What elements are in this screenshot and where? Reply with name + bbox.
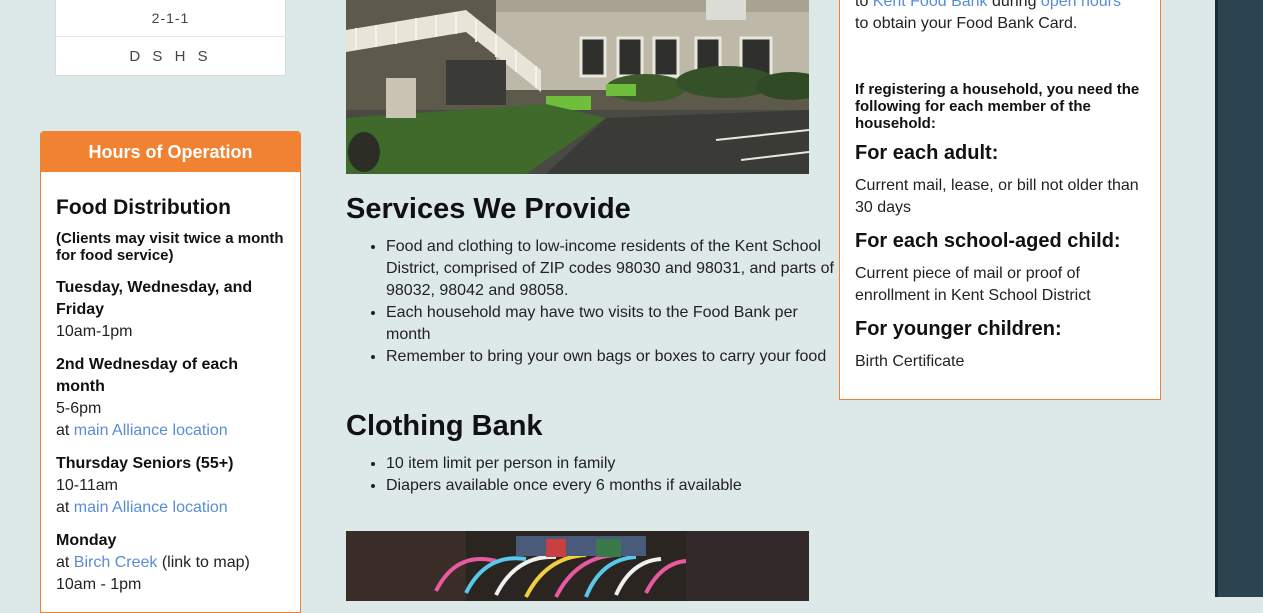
main-alliance-location-link[interactable]: main Alliance location: [74, 422, 228, 439]
slot-time: 5-6pm: [56, 400, 102, 417]
open-hours-link[interactable]: open hours: [1041, 0, 1121, 10]
list-item: Remember to bring your own bags or boxes…: [386, 346, 836, 368]
slot-title: Thursday Seniors (55+): [56, 455, 234, 472]
slot-title: 2nd Wednesday of each month: [56, 356, 238, 395]
clothing-list: 10 item limit per person in family Diape…: [346, 453, 836, 497]
clothing-rack-photo: [346, 531, 809, 601]
hours-of-operation-panel: Hours of Operation Food Distribution (Cl…: [40, 131, 301, 613]
intro-suffix: to obtain your Food Bank Card.: [855, 15, 1078, 32]
slot-time: 10-11am: [56, 477, 118, 494]
hours-slot: Tuesday, Wednesday, and Friday 10am-1pm: [56, 277, 285, 343]
link-dshs[interactable]: D S H S: [56, 36, 285, 75]
intro-mid: during: [987, 0, 1041, 10]
services-heading: Services We Provide: [346, 193, 631, 225]
list-item: Diapers available once every 6 months if…: [386, 475, 836, 497]
link-2-1-1[interactable]: 2-1-1: [56, 0, 285, 36]
kent-food-bank-link[interactable]: Kent Food Bank: [873, 0, 988, 10]
list-item: Each household may have two visits to th…: [386, 302, 836, 346]
main-alliance-location-link[interactable]: main Alliance location: [74, 499, 228, 516]
intro-prefix: to: [855, 0, 873, 10]
child-requirement-title: For each school-aged child:: [855, 230, 1121, 252]
slot-location: at Birch Creek (link to map): [56, 552, 285, 574]
building-photo: [346, 0, 809, 174]
slot-at: at: [56, 554, 74, 571]
slot-title: Tuesday, Wednesday, and Friday: [56, 279, 253, 318]
building-photo-illustration: [346, 0, 809, 174]
slot-title: Monday: [56, 532, 117, 549]
clothing-bank-heading: Clothing Bank: [346, 410, 543, 442]
hours-slot: 2nd Wednesday of each month 5-6pm at mai…: [56, 354, 285, 442]
registration-intro: to Kent Food Bank during open hours to ob…: [855, 0, 1150, 35]
hours-slot: Thursday Seniors (55+) 10-11am at main A…: [56, 453, 285, 519]
slot-time: 10am - 1pm: [56, 576, 142, 593]
slot-location: at main Alliance location: [56, 497, 285, 519]
adult-requirement-text: Current mail, lease, or bill not older t…: [855, 177, 1139, 216]
registration-panel: to Kent Food Bank during open hours to ob…: [839, 0, 1161, 400]
adult-requirement-title: For each adult:: [855, 142, 999, 164]
household-requirements-note: If registering a household, you need the…: [855, 81, 1140, 132]
slot-time: 10am-1pm: [56, 323, 133, 340]
resource-links-box: 2-1-1 D S H S: [55, 0, 286, 76]
services-list: Food and clothing to low-income resident…: [346, 236, 836, 368]
food-distribution-note: (Clients may visit twice a month for foo…: [56, 230, 284, 264]
food-distribution-title: Food Distribution: [56, 196, 231, 219]
child-requirement-text: Current piece of mail or proof of enroll…: [855, 265, 1091, 304]
map-note: (link to map): [157, 554, 250, 571]
hours-slot: Monday at Birch Creek (link to map) 10am…: [56, 530, 285, 596]
slot-at: at: [56, 499, 74, 516]
right-side-strip: [1215, 0, 1263, 597]
younger-children-text: Birth Certificate: [855, 353, 965, 370]
birch-creek-link[interactable]: Birch Creek: [74, 554, 158, 571]
list-item: 10 item limit per person in family: [386, 453, 836, 475]
clothing-rack-illustration: [346, 531, 809, 601]
younger-children-title: For younger children:: [855, 318, 1062, 340]
list-item: Food and clothing to low-income resident…: [386, 236, 836, 302]
hours-header: Hours of Operation: [41, 132, 300, 172]
slot-location: at main Alliance location: [56, 420, 285, 442]
slot-at: at: [56, 422, 74, 439]
